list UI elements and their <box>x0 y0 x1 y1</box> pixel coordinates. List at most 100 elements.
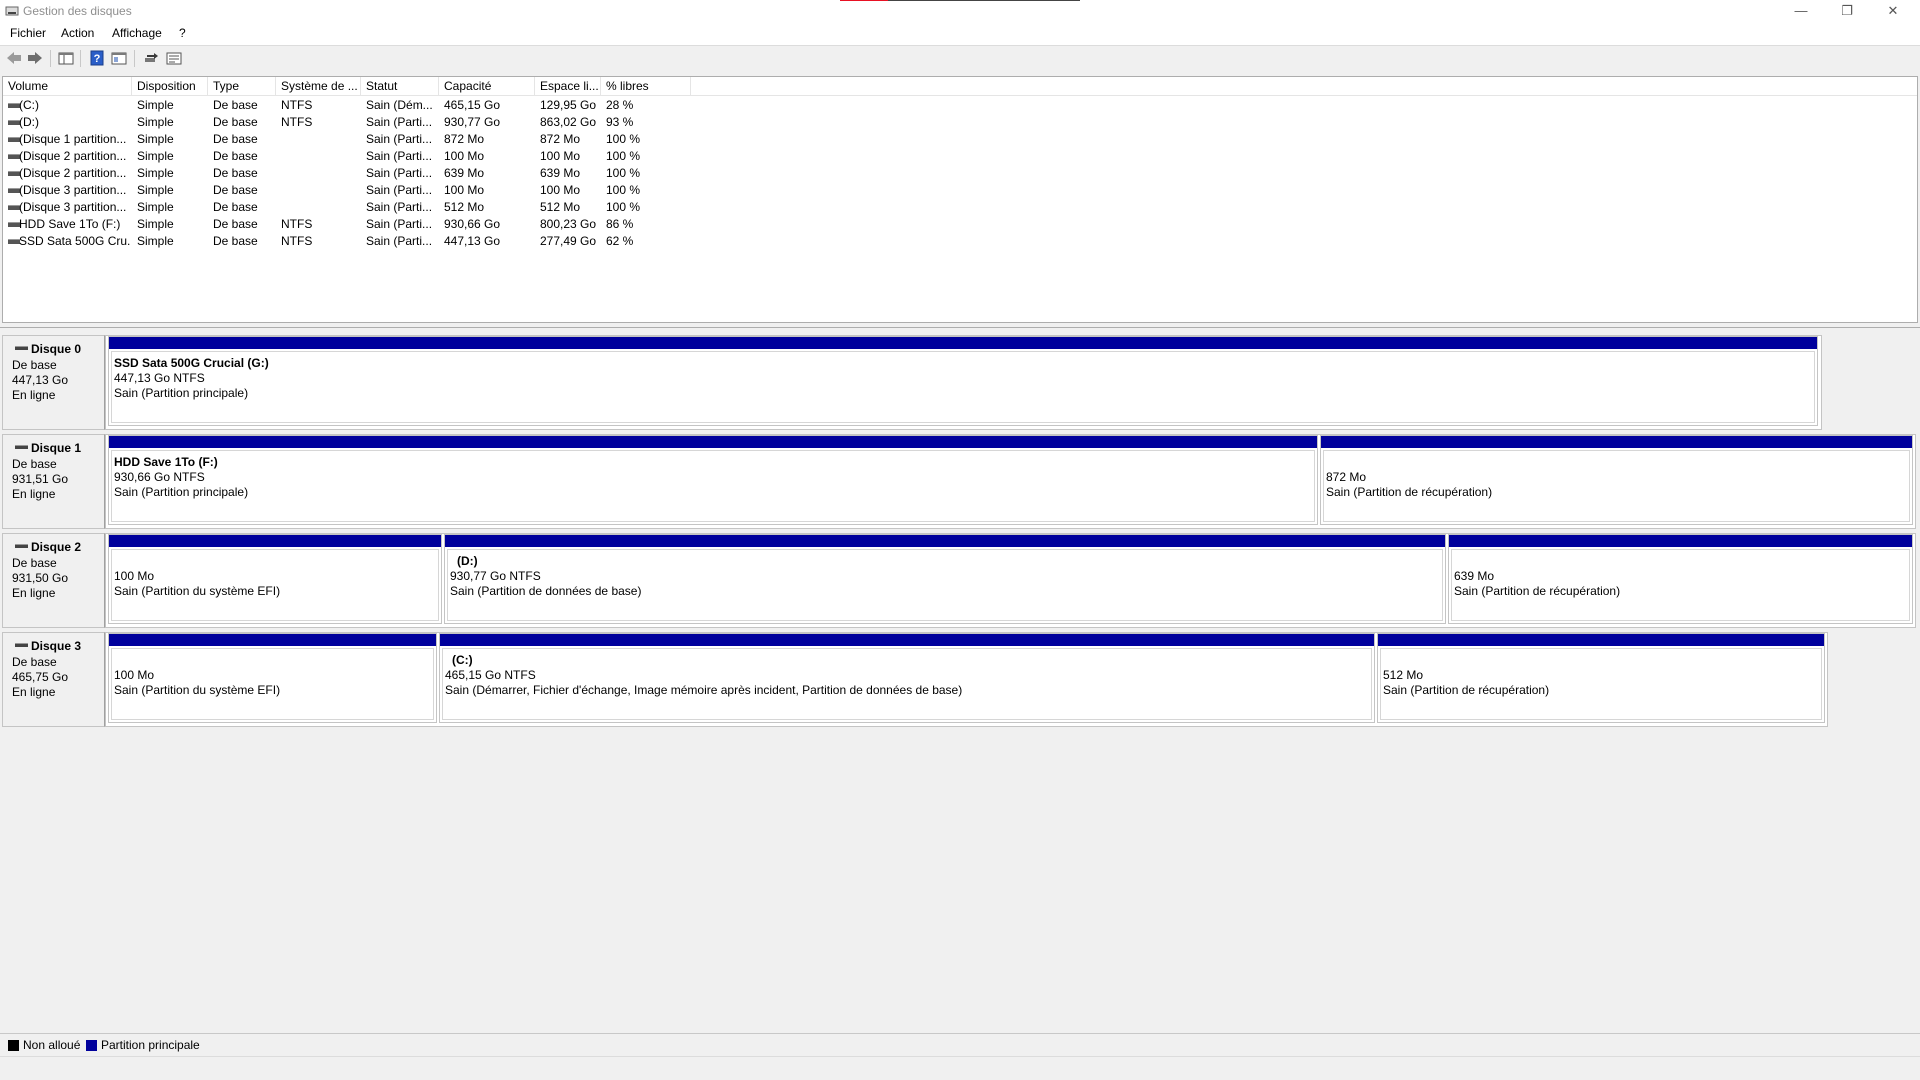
table-cell: Sain (Parti... <box>366 183 433 197</box>
table-cell: 100 % <box>606 183 641 197</box>
properties-icon[interactable] <box>110 50 128 66</box>
table-row[interactable]: (Disque 3 partition... Simple De base Sain … <box>3 182 703 199</box>
table-cell: 93 % <box>606 115 634 129</box>
table-cell: Simple <box>137 234 174 248</box>
partition-status: Sain (Partition principale) <box>114 485 249 499</box>
volume-list[interactable]: Volume Disposition Type Système de ... S… <box>2 76 1918 323</box>
table-cell: De base <box>213 149 258 163</box>
partition-d[interactable]: (D:) 930,77 Go NTFS Sain (Partition de d… <box>444 534 1446 624</box>
restore-button[interactable]: ❐ <box>1824 0 1870 23</box>
settings-icon[interactable] <box>165 50 183 66</box>
menu-action[interactable]: Action <box>61 26 94 40</box>
console-tree-icon[interactable] <box>57 50 75 66</box>
table-cell: Sain (Parti... <box>366 166 433 180</box>
back-arrow-icon[interactable] <box>5 50 23 66</box>
toolbar-separator <box>80 50 81 67</box>
table-cell: Sain (Parti... <box>366 115 433 129</box>
partition-status: Sain (Partition de données de base) <box>450 584 642 598</box>
partition-disk3-efi[interactable]: 100 Mo Sain (Partition du système EFI) <box>108 633 437 723</box>
toolbar-separator <box>50 50 51 67</box>
table-cell: SSD Sata 500G Cru... <box>19 234 131 248</box>
disk-label-0[interactable]: Disque 0 De base 447,13 Go En ligne <box>2 335 105 430</box>
table-cell: Simple <box>137 149 174 163</box>
disk-name: Disque 0 <box>31 342 82 356</box>
partition-status: Sain (Partition de récupération) <box>1383 683 1550 697</box>
table-row[interactable]: (Disque 2 partition... Simple De base Sain … <box>3 165 703 182</box>
disk-icon <box>15 643 28 647</box>
partition-disk1-recovery[interactable]: 872 Mo Sain (Partition de récupération) <box>1320 435 1913 525</box>
disk-state: En ligne <box>12 487 56 501</box>
menu-affichage[interactable]: Affichage <box>112 26 162 40</box>
partition-status: Sain (Partition du système EFI) <box>114 683 281 697</box>
partition-bar <box>109 436 1317 448</box>
column-free-space[interactable]: Espace li... <box>535 77 601 96</box>
partition-ssd-g[interactable]: SSD Sata 500G Crucial (G:) 447,13 Go NTF… <box>108 336 1818 426</box>
partition-title: SSD Sata 500G Crucial (G:) <box>114 356 269 370</box>
column-percent-free[interactable]: % libres <box>601 77 691 96</box>
partition-bar <box>1321 436 1912 448</box>
table-cell: 639 Mo <box>540 166 581 180</box>
table-row[interactable]: HDD Save 1To (F:) Simple De base NTFS Sain (… <box>3 216 703 233</box>
table-row[interactable]: (D:) Simple De base NTFS Sain (Parti... 930,7… <box>3 114 703 131</box>
column-capacity[interactable]: Capacité <box>439 77 535 96</box>
partition-size: 465,15 Go NTFS <box>445 668 536 682</box>
column-volume[interactable]: Volume <box>3 77 132 96</box>
title-bar: Gestion des disques — ❐ ✕ <box>0 0 1920 23</box>
column-disposition[interactable]: Disposition <box>132 77 208 96</box>
table-cell: 277,49 Go <box>540 234 597 248</box>
volume-list-header: Volume Disposition Type Système de ... S… <box>3 77 1917 96</box>
table-cell: De base <box>213 115 258 129</box>
table-cell: (Disque 2 partition... <box>19 149 127 163</box>
table-cell: Simple <box>137 200 174 214</box>
table-cell: 129,95 Go <box>540 98 597 112</box>
table-cell: 86 % <box>606 217 634 231</box>
table-row[interactable]: (Disque 3 partition... Simple De base Sain … <box>3 199 703 216</box>
column-type[interactable]: Type <box>208 77 276 96</box>
table-row[interactable]: (C:) Simple De base NTFS Sain (Dém... 465,15 … <box>3 97 703 114</box>
table-row[interactable]: (Disque 1 partition... Simple De base Sain … <box>3 131 703 148</box>
close-button[interactable]: ✕ <box>1870 0 1916 23</box>
disk-label-1[interactable]: Disque 1 De base 931,51 Go En ligne <box>2 434 105 529</box>
status-bar <box>0 1056 1920 1080</box>
partition-hdd-f[interactable]: HDD Save 1To (F:) 930,66 Go NTFS Sain (P… <box>108 435 1318 525</box>
refresh-icon[interactable] <box>142 50 160 66</box>
forward-arrow-icon[interactable] <box>26 50 44 66</box>
partition-disk2-recovery[interactable]: 639 Mo Sain (Partition de récupération) <box>1448 534 1913 624</box>
partition-size: 100 Mo <box>114 569 155 583</box>
table-cell: De base <box>213 183 258 197</box>
disk-label-2[interactable]: Disque 2 De base 931,50 Go En ligne <box>2 533 105 628</box>
table-cell: De base <box>213 98 258 112</box>
column-status[interactable]: Statut <box>361 77 439 96</box>
table-cell <box>281 131 351 148</box>
table-cell: 100 % <box>606 166 641 180</box>
table-row[interactable]: SSD Sata 500G Cru... Simple De base NTFS Sai… <box>3 233 703 250</box>
table-cell: 100 % <box>606 149 641 163</box>
partition-title: (D:) <box>457 554 478 568</box>
partition-c[interactable]: (C:) 465,15 Go NTFS Sain (Démarrer, Fich… <box>439 633 1375 723</box>
disk-type: De base <box>12 655 57 669</box>
table-row[interactable]: (Disque 2 partition... Simple De base Sain … <box>3 148 703 165</box>
partition-size: 930,66 Go NTFS <box>114 470 205 484</box>
disk-label-3[interactable]: Disque 3 De base 465,75 Go En ligne <box>2 632 105 727</box>
partition-bar <box>1378 634 1824 646</box>
partition-bar <box>445 535 1445 547</box>
partition-size: 872 Mo <box>1326 470 1367 484</box>
column-filesystem[interactable]: Système de ... <box>276 77 361 96</box>
help-icon[interactable]: ? <box>88 50 106 66</box>
partition-size: 447,13 Go NTFS <box>114 371 205 385</box>
table-cell: De base <box>213 200 258 214</box>
partition-disk2-efi[interactable]: 100 Mo Sain (Partition du système EFI) <box>108 534 442 624</box>
legend-label-primary: Partition principale <box>101 1038 200 1052</box>
partition-size: 512 Mo <box>1383 668 1424 682</box>
partition-disk3-recovery[interactable]: 512 Mo Sain (Partition de récupération) <box>1377 633 1825 723</box>
disk-state: En ligne <box>12 586 56 600</box>
disk-area-1: HDD Save 1To (F:) 930,66 Go NTFS Sain (P… <box>105 434 1916 529</box>
partition-inner <box>111 450 1315 522</box>
partition-status: Sain (Partition de récupération) <box>1326 485 1493 499</box>
table-cell: Simple <box>137 115 174 129</box>
menu-fichier[interactable]: Fichier <box>10 26 46 40</box>
legend-swatch-primary <box>86 1040 97 1051</box>
minimize-button[interactable]: — <box>1778 0 1824 23</box>
table-cell: 62 % <box>606 234 634 248</box>
menu-help[interactable]: ? <box>179 26 186 40</box>
